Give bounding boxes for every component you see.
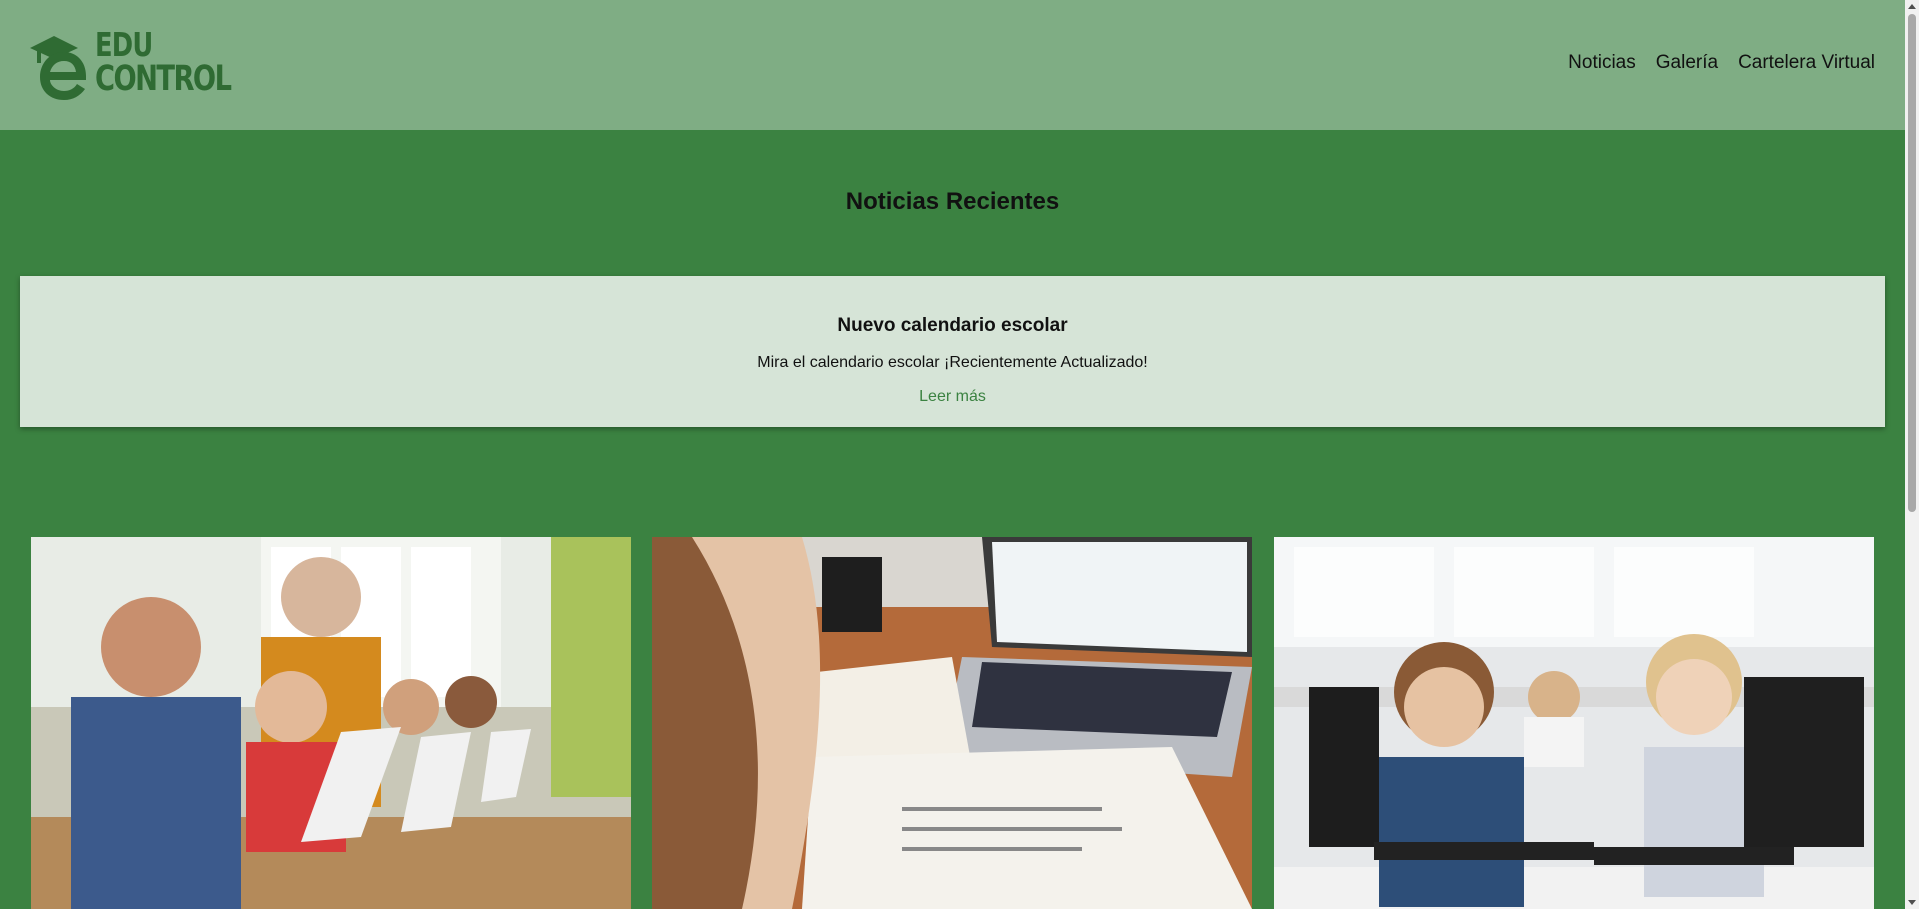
site-header: EDU CONTROL Noticias Galería Cartelera V…	[0, 0, 1905, 130]
graduation-cap-e-icon	[30, 36, 86, 100]
news-text: Mira el calendario escolar ¡Recientement…	[757, 354, 1148, 371]
nav-noticias[interactable]: Noticias	[1568, 52, 1636, 74]
page-scrollbar[interactable]	[1905, 0, 1919, 909]
read-more-link[interactable]: Leer más	[20, 388, 1885, 406]
gallery-image-student-studying[interactable]	[652, 537, 1252, 909]
classroom-photo	[31, 537, 631, 909]
main-nav: Noticias Galería Cartelera Virtual	[1568, 52, 1875, 74]
gallery-image-computer-lab[interactable]	[1274, 537, 1874, 909]
scroll-down-arrow-icon[interactable]	[1908, 900, 1916, 905]
logo-line2: CONTROL	[95, 59, 232, 99]
nav-cartelera-virtual[interactable]: Cartelera Virtual	[1738, 52, 1875, 74]
logo-line1: EDU	[95, 25, 153, 64]
news-title: Nuevo calendario escolar	[837, 315, 1068, 336]
news-card: Nuevo calendario escolar Mira el calenda…	[20, 276, 1885, 427]
nav-galeria[interactable]: Galería	[1656, 52, 1718, 74]
scroll-up-arrow-icon[interactable]	[1908, 4, 1916, 9]
student-photo	[652, 537, 1252, 909]
section-title: Noticias Recientes	[845, 188, 1060, 215]
educontrol-logo[interactable]: EDU CONTROL	[28, 28, 232, 102]
gallery-image-classroom-laptops[interactable]	[31, 537, 631, 909]
scroll-thumb[interactable]	[1908, 14, 1916, 512]
logo-text: EDU CONTROL	[95, 28, 269, 97]
computer-lab-photo	[1274, 537, 1874, 909]
